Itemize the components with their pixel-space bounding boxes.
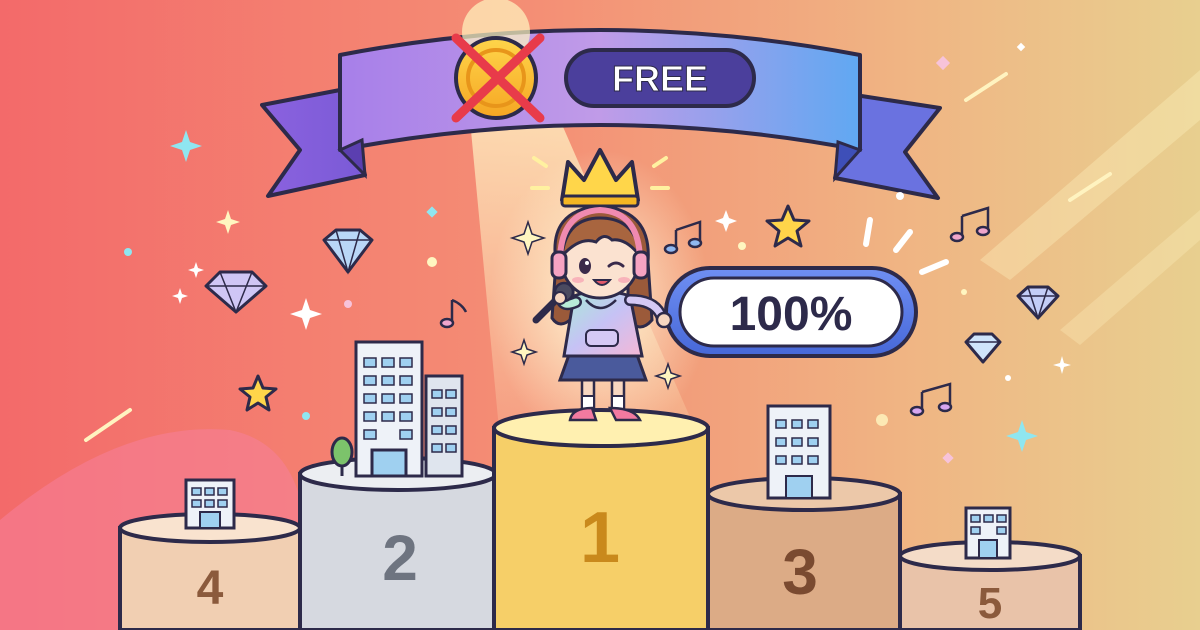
building-icon <box>766 404 832 500</box>
podium-3-rank: 3 <box>782 536 818 608</box>
podium-1: 1 <box>492 408 710 630</box>
podium-2: 2 <box>298 456 498 630</box>
podium-2-rank: 2 <box>382 522 418 594</box>
podium-4-rank: 4 <box>197 562 224 615</box>
free-badge: FREE <box>564 48 756 108</box>
podium-4: 4 <box>118 512 302 630</box>
free-label: FREE <box>612 58 708 99</box>
scene: FREE 100% 5 4 3 2 1 <box>0 0 1200 630</box>
building-icon <box>964 506 1012 560</box>
rate-label: 100% <box>730 288 853 341</box>
podium-3: 3 <box>706 476 902 630</box>
podium-1-rank: 1 <box>580 498 620 578</box>
rate-badge: 100% <box>664 266 918 358</box>
building-icon <box>184 478 236 530</box>
podium-5-rank: 5 <box>978 579 1002 628</box>
